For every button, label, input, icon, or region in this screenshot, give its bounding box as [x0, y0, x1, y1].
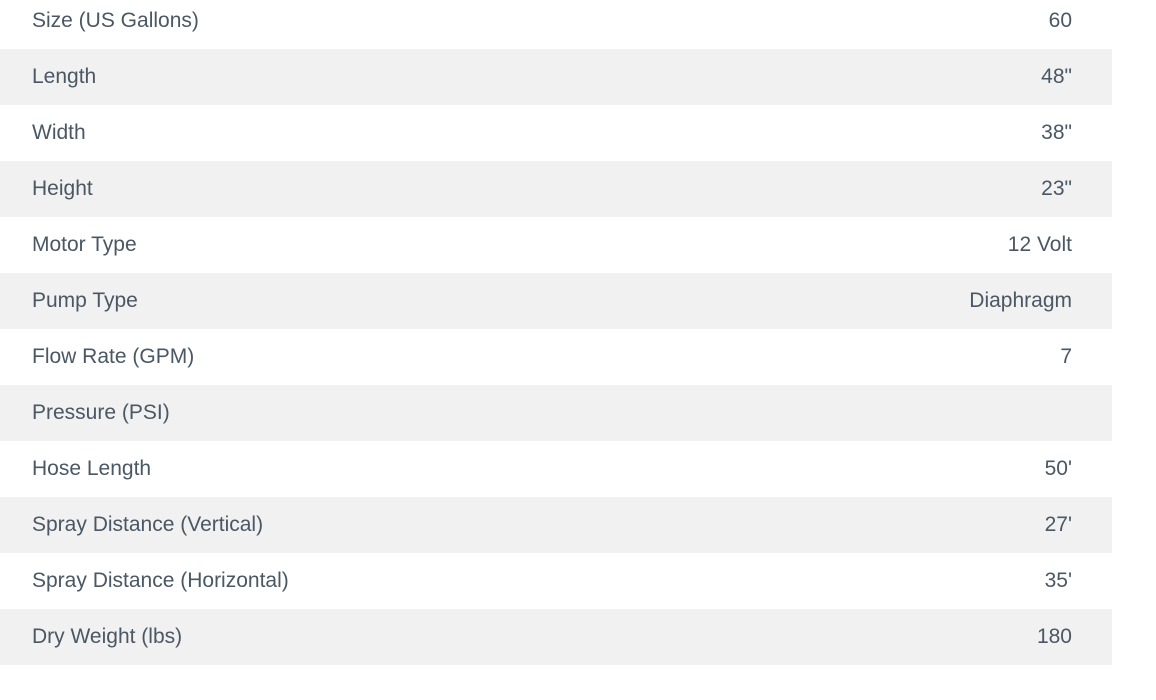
- spec-label: Spray Distance (Vertical): [32, 513, 264, 536]
- specifications-table: Size (US Gallons) 60 Length 48" Width 38…: [0, 0, 1112, 665]
- spec-label: Pump Type: [32, 289, 138, 312]
- spec-value: 60: [1048, 9, 1072, 32]
- spec-value: 35': [1044, 569, 1072, 592]
- spec-value: Diaphragm: [969, 289, 1072, 312]
- spec-label: Motor Type: [32, 233, 137, 256]
- spec-value: 38": [1041, 121, 1072, 144]
- spec-value: 23": [1041, 177, 1072, 200]
- spec-label: Width: [32, 121, 86, 144]
- spec-value: 27': [1044, 513, 1072, 536]
- table-row: Length 48": [0, 49, 1112, 105]
- spec-value: 50': [1044, 457, 1072, 480]
- table-row: Pressure (PSI): [0, 385, 1112, 441]
- spec-label: Length: [32, 65, 97, 88]
- table-row: Spray Distance (Vertical) 27': [0, 497, 1112, 553]
- table-row: Motor Type 12 Volt: [0, 217, 1112, 273]
- spec-label: Spray Distance (Horizontal): [32, 569, 289, 592]
- table-row: Pump Type Diaphragm: [0, 273, 1112, 329]
- table-row: Hose Length 50': [0, 441, 1112, 497]
- table-row: Width 38": [0, 105, 1112, 161]
- spec-value: 180: [1036, 625, 1072, 648]
- table-row: Height 23": [0, 161, 1112, 217]
- spec-value: 48": [1041, 65, 1072, 88]
- table-row: Dry Weight (lbs) 180: [0, 609, 1112, 665]
- spec-value: [672, 385, 1112, 441]
- table-row: Spray Distance (Horizontal) 35': [0, 553, 1112, 609]
- specifications-table-viewport: Size (US Gallons) 60 Length 48" Width 38…: [0, 0, 1156, 700]
- spec-label: Flow Rate (GPM): [32, 345, 195, 368]
- spec-value: 12 Volt: [1007, 233, 1072, 256]
- spec-label: Height: [32, 177, 93, 200]
- spec-value: 7: [1060, 345, 1072, 368]
- table-row: Size (US Gallons) 60: [0, 0, 1112, 49]
- spec-label: Pressure (PSI): [32, 401, 170, 424]
- spec-label: Size (US Gallons): [32, 9, 199, 32]
- spec-label: Hose Length: [32, 457, 152, 480]
- spec-label: Dry Weight (lbs): [32, 625, 183, 648]
- table-row: Flow Rate (GPM) 7: [0, 329, 1112, 385]
- specifications-table-body: Size (US Gallons) 60 Length 48" Width 38…: [0, 0, 1112, 665]
